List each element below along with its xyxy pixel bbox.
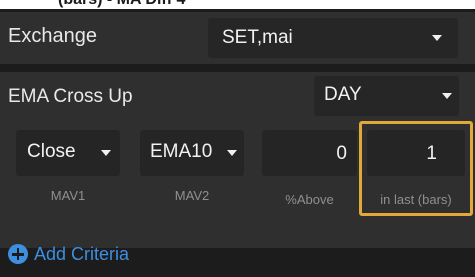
exchange-value: SET,mai [222,27,293,48]
mav1-value: Close [27,141,76,162]
mav2-value: EMA10 [150,141,213,162]
exchange-label: Exchange [8,25,97,47]
ema-label: EMA Cross Up [8,86,133,107]
screener-panel: (bars) - MA Diff 4 Exchange SET,mai EMA … [0,0,475,277]
timeframe-value: DAY [324,84,362,105]
mav1-dropdown[interactable]: Close [16,130,120,176]
chevron-down-icon [432,35,442,41]
exchange-row: Exchange SET,mai [0,12,475,64]
timeframe-dropdown[interactable]: DAY [314,76,459,116]
above-percent-caption: %Above [285,192,334,207]
header-partial-text: (bars) - MA Diff 4 [0,0,475,9]
mav2-dropdown[interactable]: EMA10 [140,130,244,176]
chevron-down-icon [442,93,452,99]
chevron-down-icon [101,150,111,156]
exchange-dropdown[interactable]: SET,mai [208,18,458,58]
ema-row: EMA Cross Up DAY [0,72,475,120]
add-criteria-label: Add Criteria [34,243,130,264]
add-criteria-button[interactable]: Add Criteria [8,242,129,266]
chevron-down-icon [227,150,237,156]
highlight-box [359,121,473,216]
mav2-caption: MAV2 [174,188,210,203]
add-circle-icon [8,244,28,264]
mav1-caption: MAV1 [50,188,86,203]
above-percent-input[interactable]: 0 [262,130,357,176]
above-percent-value: 0 [336,143,347,164]
